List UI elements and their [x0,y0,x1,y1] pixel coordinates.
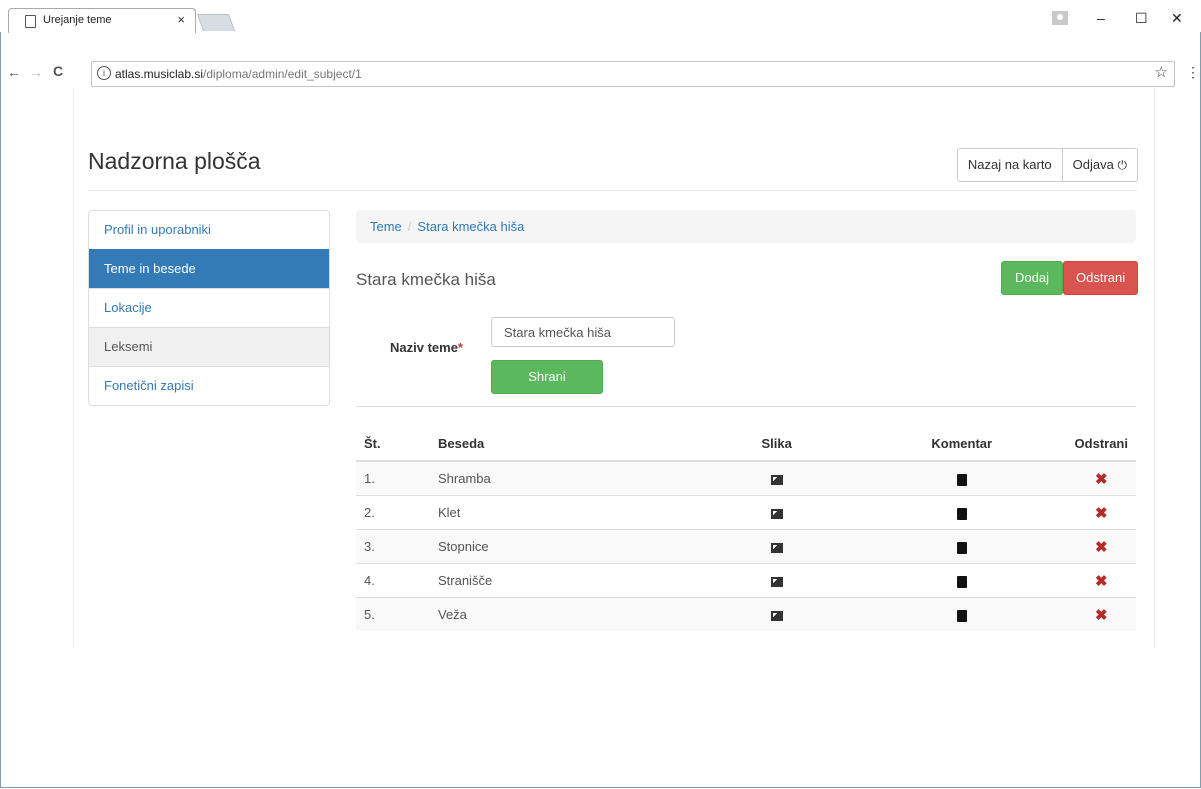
new-tab-button[interactable] [196,14,236,31]
sidebar-item-lokacije[interactable]: Lokacije [89,288,329,327]
url-text: atlas.musiclab.si/diploma/admin/edit_sub… [115,67,362,81]
remove-x-icon[interactable]: ✖ [1095,471,1108,488]
logout-button[interactable]: Odjava ⏻ [1062,148,1138,182]
subject-name-input[interactable] [491,317,675,347]
row-number: 5. [356,597,430,631]
sidebar-item-profil[interactable]: Profil in uporabniki [89,211,329,249]
page-icon [25,15,36,28]
breadcrumb: Teme / Stara kmečka hiša [356,210,1136,243]
col-comment: Komentar [856,426,1067,462]
remove-x-icon[interactable]: ✖ [1095,607,1108,624]
form-divider [356,406,1136,407]
star-icon[interactable]: ☆ [1155,63,1168,81]
menu-dots-icon[interactable]: ⋮ [1186,64,1200,81]
image-icon[interactable] [770,474,783,485]
maximize-button[interactable]: ☐ [1135,10,1148,27]
row-number: 3. [356,529,430,564]
sidebar-item-leksemi[interactable]: Leksemi [89,327,329,366]
save-button[interactable]: Shrani [491,360,603,394]
minimize-button[interactable]: – [1097,10,1105,26]
tab-title: Urejanje teme [43,14,112,26]
book-icon[interactable] [956,473,967,486]
reload-icon[interactable]: C [53,63,63,79]
row-word: Shramba [429,460,697,496]
info-icon[interactable]: i [97,66,111,80]
sidebar-item-teme[interactable]: Teme in besede [89,249,329,288]
row-number: 1. [356,460,430,496]
table-row: 3. Stopnice ✖ [356,529,1136,564]
user-icon[interactable] [1052,11,1068,25]
image-icon[interactable] [770,576,783,587]
book-icon[interactable] [956,609,967,622]
book-icon[interactable] [956,507,967,520]
close-icon[interactable]: × [177,12,185,27]
required-mark: * [457,340,463,355]
power-icon: ⏻ [1117,158,1128,172]
url-field[interactable]: i atlas.musiclab.si/diploma/admin/edit_s… [91,61,1175,87]
header-actions: Nazaj na karto Odjava ⏻ [956,148,1138,182]
col-image: Slika [696,426,857,462]
delete-subject-button[interactable]: Odstrani [1063,261,1139,295]
forward-arrow-icon[interactable]: → [29,64,43,80]
page-content: Nadzorna plošča Nazaj na karto Odjava ⏻ … [73,88,1155,648]
breadcrumb-current[interactable]: Stara kmečka hiša [417,219,524,234]
breadcrumb-root[interactable]: Teme [370,219,402,234]
table-row: 5. Veža ✖ [356,597,1136,631]
back-to-map-button[interactable]: Nazaj na karto [956,148,1063,182]
col-remove: Odstrani [1066,426,1136,462]
table-row: 4. Stranišče ✖ [356,563,1136,598]
image-icon[interactable] [770,508,783,519]
back-arrow-icon[interactable]: ← [7,64,21,80]
browser-tab[interactable]: Urejanje teme × [8,8,196,33]
page-title: Nadzorna plošča [88,148,261,174]
col-number: Št. [356,426,430,462]
remove-x-icon[interactable]: ✖ [1095,573,1108,590]
row-number: 4. [356,563,430,598]
subject-title: Stara kmečka hiša [356,270,496,289]
words-table: Št. Beseda Slika Komentar Odstrani 1. Sh… [356,426,1136,631]
title-bar: Urejanje teme × – ☐ ✕ [0,0,1201,33]
row-word: Veža [429,597,697,631]
header-divider [88,190,1137,191]
book-icon[interactable] [956,541,967,554]
row-word: Stranišče [429,563,697,598]
sidebar: Profil in uporabniki Teme in besede Loka… [88,210,330,406]
col-word: Beseda [429,426,697,462]
subject-name-label: Naziv teme* [390,340,463,355]
row-word: Stopnice [429,529,697,564]
table-row: 2. Klet ✖ [356,495,1136,530]
remove-x-icon[interactable]: ✖ [1095,539,1108,556]
remove-x-icon[interactable]: ✖ [1095,505,1108,522]
table-header-row: Št. Beseda Slika Komentar Odstrani [356,426,1136,462]
label-text: Naziv teme [390,340,458,355]
close-window-button[interactable]: ✕ [1171,10,1183,27]
image-icon[interactable] [770,610,783,621]
sidebar-item-foneticni[interactable]: Fonetični zapisi [89,366,329,405]
book-icon[interactable] [956,575,967,588]
logout-label: Odjava [1072,157,1114,172]
row-word: Klet [429,495,697,530]
add-button[interactable]: Dodaj [1001,261,1063,295]
row-number: 2. [356,495,430,530]
image-icon[interactable] [770,542,783,553]
breadcrumb-separator: / [407,219,412,234]
table-row: 1. Shramba ✖ [356,460,1136,496]
